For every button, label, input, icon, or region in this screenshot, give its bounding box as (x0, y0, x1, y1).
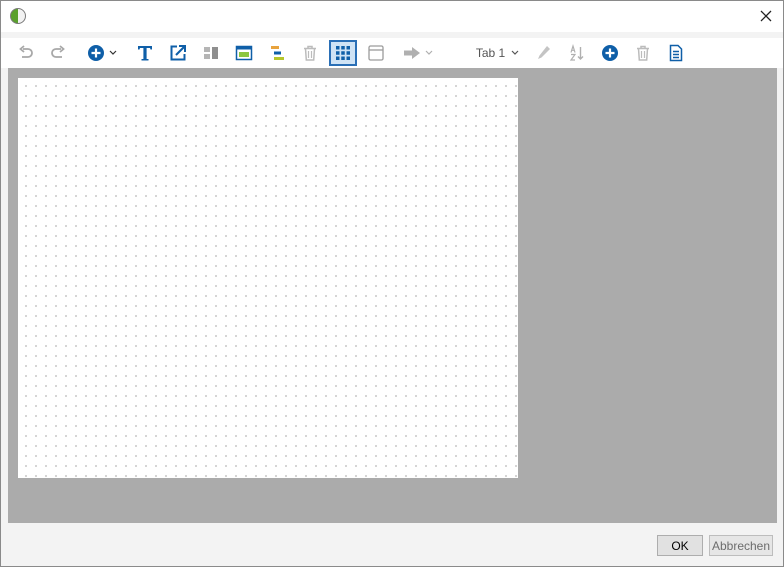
tab-selector-label: Tab 1 (475, 46, 506, 60)
chevron-down-icon (425, 50, 432, 55)
toolbar: Tab 1 (1, 38, 783, 68)
delete-tab-button[interactable] (630, 40, 656, 66)
document-icon (669, 44, 683, 62)
text-icon (138, 46, 152, 61)
add-element-icon (87, 45, 104, 61)
undo-icon (19, 45, 33, 58)
align-icon (271, 46, 284, 60)
edit-button[interactable] (531, 40, 557, 66)
add-tab-button[interactable] (597, 40, 623, 66)
redo-button[interactable] (45, 40, 71, 66)
edit-icon (538, 46, 550, 59)
document-button[interactable] (663, 40, 689, 66)
add-element-dropdown[interactable] (83, 40, 121, 66)
text-button[interactable] (132, 40, 158, 66)
frame-icon (235, 45, 253, 61)
title-bar (1, 1, 783, 32)
chevron-down-icon (109, 50, 116, 55)
add-tab-icon (602, 45, 618, 61)
link-button[interactable] (165, 40, 191, 66)
delete-button[interactable] (297, 40, 323, 66)
arrange-icon (204, 47, 218, 59)
grid-toggle-button[interactable] (329, 40, 357, 66)
delete-icon (304, 45, 316, 61)
cancel-button[interactable]: Abbrechen (709, 535, 773, 556)
delete-tab-icon (637, 45, 649, 61)
page-icon (368, 45, 384, 61)
dialog-window: Tab 1 OK Abbrechen (0, 0, 784, 567)
close-button[interactable] (749, 1, 783, 31)
ok-button[interactable]: OK (657, 535, 703, 556)
align-button[interactable] (264, 40, 290, 66)
page-button[interactable] (363, 40, 389, 66)
link-icon (170, 45, 186, 61)
frame-button[interactable] (231, 40, 257, 66)
design-canvas[interactable] (18, 78, 518, 478)
grid-icon (336, 46, 350, 60)
workspace (8, 68, 777, 523)
undo-button[interactable] (13, 40, 39, 66)
sort-icon (569, 44, 584, 61)
arrow-icon (403, 47, 420, 59)
sort-button[interactable] (564, 40, 590, 66)
arrow-dropdown[interactable] (399, 40, 437, 66)
arrange-button[interactable] (198, 40, 224, 66)
tab-selector[interactable]: Tab 1 (473, 40, 523, 66)
close-icon (760, 10, 772, 22)
app-icon (10, 8, 26, 24)
chevron-down-icon (511, 50, 519, 55)
redo-icon (51, 45, 65, 58)
